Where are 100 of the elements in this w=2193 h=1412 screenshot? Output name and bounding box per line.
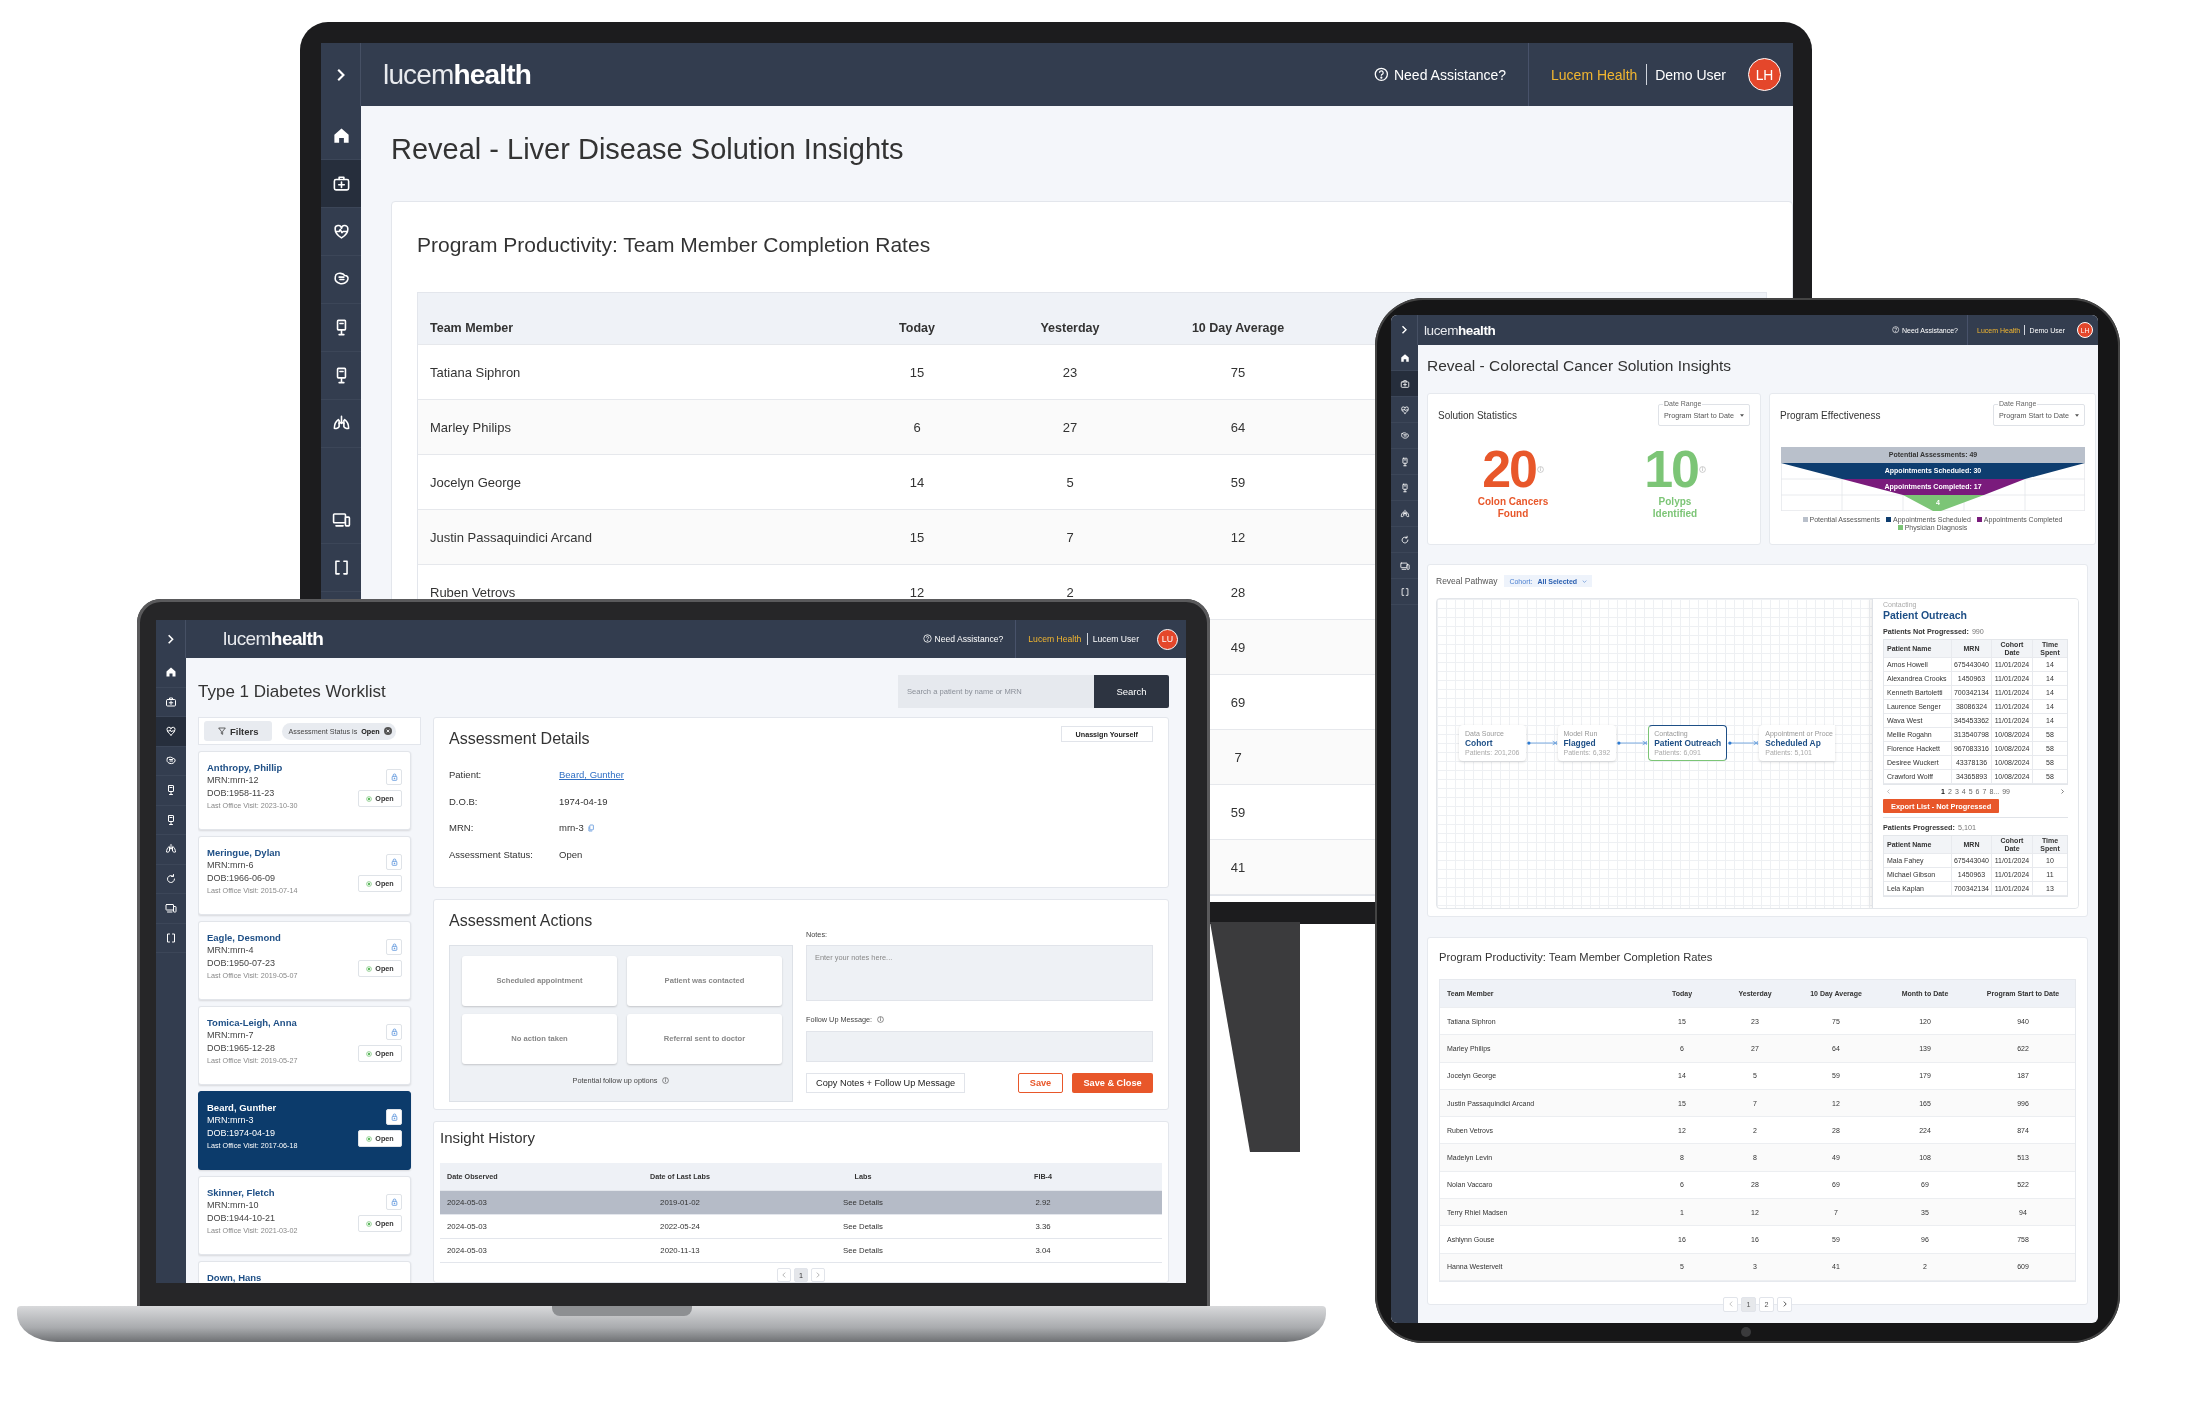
metric-value: 20	[1482, 444, 1536, 494]
kiosk-icon	[1399, 456, 1410, 467]
lock-icon	[390, 1113, 398, 1121]
circle-icon	[366, 1135, 373, 1142]
patient-dob: DOB:1944-10-21	[207, 1212, 277, 1225]
metric-label: Colon Cancers Found	[1476, 496, 1550, 520]
card-title: Assessment Actions	[449, 910, 594, 931]
patient-name: Anthropy, Phillip	[207, 761, 284, 774]
table-cell-text: 27	[1061, 419, 1079, 435]
patient-card[interactable]: Down, Hans	[198, 1261, 411, 1283]
search-button[interactable]: Search	[1094, 675, 1169, 708]
chevron-left-icon	[1728, 1301, 1733, 1308]
devices-icon	[331, 510, 351, 529]
organization-name: Lucem Health	[1551, 66, 1638, 83]
field-label: Assessment Status:	[449, 847, 534, 862]
lock-icon	[390, 773, 398, 781]
field-value: Open	[559, 847, 583, 862]
card-title: Program Productivity: Team Member Completion Rates	[417, 233, 932, 257]
circle-icon	[366, 965, 373, 972]
node-name: Scheduled Ap	[1765, 737, 1822, 748]
table-cell-text: 15	[908, 529, 926, 545]
kiosk-icon	[165, 784, 177, 797]
patient-name: Down, Hans	[207, 1271, 262, 1283]
panel-title: Patient Outreach	[1883, 609, 1969, 622]
organization-name: Lucem Health	[1028, 634, 1082, 644]
chevron-right-icon	[1782, 1301, 1787, 1308]
lungs-icon	[1399, 508, 1410, 519]
help-link[interactable]: Need Assistance?	[1374, 66, 1507, 83]
table-cell-text: 15	[908, 364, 926, 380]
chevron-right-icon	[1401, 325, 1407, 335]
user-avatar[interactable]: LH	[1748, 58, 1781, 91]
user-name: Demo User	[1655, 66, 1726, 83]
help-icon	[1892, 326, 1900, 334]
table-cell-text: 59	[1229, 804, 1247, 820]
medical-kit-icon	[1399, 378, 1410, 389]
user-name: Lucem User	[1092, 634, 1139, 644]
chevron-right-icon	[167, 633, 174, 645]
caret-down-icon	[1740, 413, 1744, 417]
circle-icon	[366, 1050, 373, 1057]
column-header: Team Member	[429, 321, 515, 335]
connector-arrow	[1617, 738, 1648, 747]
table-cell-text: 59	[1229, 474, 1247, 490]
save-close-button[interactable]: Save & Close	[1072, 1072, 1153, 1093]
user-avatar[interactable]: LU	[1157, 628, 1178, 650]
brackets-icon	[1399, 586, 1410, 597]
patient-mrn: MRN:mrn-12	[207, 774, 260, 787]
column-header: 10 Day Average	[1190, 321, 1286, 335]
page-title: Reveal - Liver Disease Solution Insights	[391, 134, 905, 164]
copy-notes-button[interactable]: Copy Notes + Follow Up Message	[806, 1072, 966, 1093]
kiosk-icon	[165, 813, 177, 826]
patient-name: Eagle, Desmond	[207, 931, 282, 944]
chevron-right-icon	[816, 1272, 820, 1278]
lungs-icon	[165, 843, 177, 856]
patient-dob: DOB:1958-11-23	[207, 787, 276, 800]
patient-mrn: MRN:mrn-3	[207, 1114, 255, 1127]
lock-icon	[390, 1198, 398, 1206]
info-icon	[1536, 465, 1544, 473]
caret-down-icon	[2075, 413, 2079, 417]
info-icon	[662, 1076, 670, 1084]
devices-icon	[165, 902, 177, 915]
field-label: MRN:	[449, 821, 475, 835]
help-link[interactable]: Need Assistance?	[922, 634, 1004, 644]
circle-icon	[366, 1220, 373, 1227]
table-cell-text: 23	[1061, 364, 1079, 380]
help-icon	[1374, 67, 1390, 82]
expand-sidebar-button[interactable]	[1401, 325, 1407, 335]
filters-button[interactable]: Filters	[204, 721, 272, 741]
table-cell-text: 7	[1065, 529, 1075, 545]
expand-sidebar-button[interactable]	[336, 67, 345, 82]
brackets-icon	[165, 931, 177, 944]
card-title: Program Effectiveness	[1780, 409, 1881, 421]
table-cell-text: 64	[1229, 419, 1247, 435]
save-button[interactable]: Save	[1018, 1072, 1063, 1093]
field-value: mrn-3	[559, 821, 584, 835]
card-title: Program Productivity: Team Member Completion Rates	[1439, 951, 1714, 964]
heart-pulse-icon	[165, 725, 177, 738]
sidebar-item[interactable]	[1391, 371, 1418, 397]
page-title: Type 1 Diabetes Worklist	[198, 681, 387, 702]
sidebar-item[interactable]	[321, 160, 361, 208]
patient-link[interactable]: Beard, Gunther	[559, 765, 624, 785]
organ-icon	[1399, 430, 1410, 441]
table-cell-text: 6	[912, 419, 922, 435]
chevron-right-icon[interactable]	[2061, 789, 2064, 794]
devices-icon	[1399, 560, 1410, 571]
column-header: Today	[898, 321, 936, 335]
expand-sidebar-button[interactable]	[167, 633, 174, 645]
patient-dob: DOB:1966-06-09	[207, 872, 277, 885]
heart-pulse-icon	[1399, 404, 1410, 415]
sidebar-item[interactable]	[156, 717, 186, 747]
close-icon[interactable]	[383, 727, 392, 735]
field-label: D.O.B:	[449, 794, 479, 809]
home-icon	[165, 666, 177, 679]
lock-icon	[390, 1028, 398, 1036]
lock-icon	[390, 943, 398, 951]
circle-icon	[366, 880, 373, 887]
organ-icon	[165, 754, 177, 767]
chevron-down-icon	[1582, 579, 1588, 583]
patient-dob: DOB:1974-04-19	[207, 1127, 277, 1140]
follow-up-field[interactable]	[806, 1030, 1153, 1062]
card-title: Insight History	[440, 1128, 537, 1148]
